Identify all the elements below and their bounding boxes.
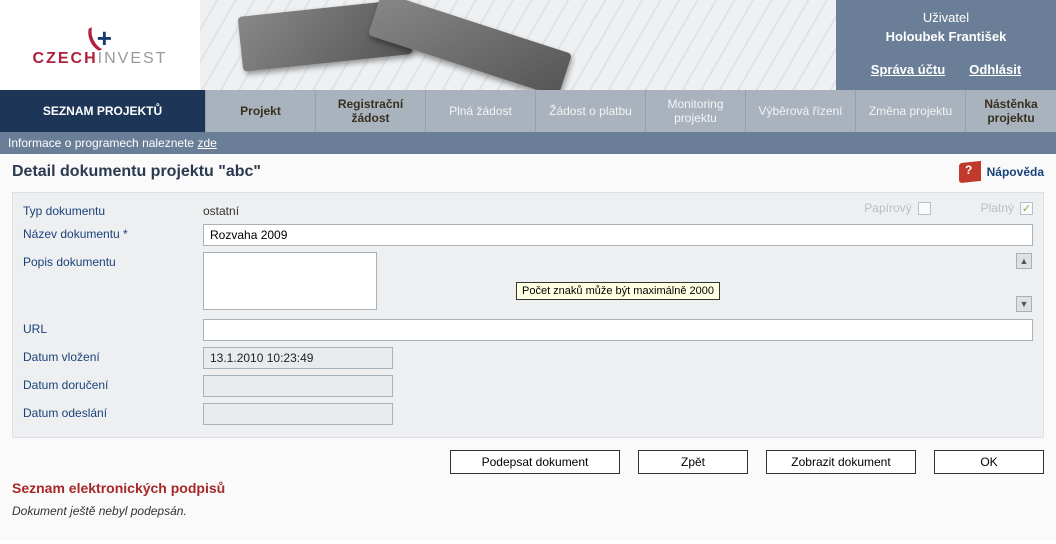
- nav-monitoring[interactable]: Monitoring projektu: [646, 90, 746, 132]
- nav-zadost-o-platbu[interactable]: Žádost o platbu: [536, 90, 646, 132]
- scroll-up-icon[interactable]: ▲: [1016, 253, 1032, 269]
- help-link[interactable]: Nápověda: [959, 162, 1044, 182]
- nav-seznam-projektu[interactable]: SEZNAM PROJEKTŮ: [0, 90, 206, 132]
- help-icon: [959, 161, 981, 183]
- page-title: Detail dokumentu projektu "abc": [12, 163, 261, 181]
- nav-projekt[interactable]: Projekt: [206, 90, 316, 132]
- type-label: Typ dokumentu: [23, 201, 203, 218]
- desc-tooltip: Počet znaků může být maximálně 2000: [516, 282, 720, 300]
- ok-button[interactable]: OK: [934, 450, 1044, 474]
- info-bar: Informace o programech naleznete zde: [0, 132, 1056, 154]
- content-area: Detail dokumentu projektu "abc" Nápověda…: [0, 154, 1056, 540]
- account-link[interactable]: Správa účtu: [871, 62, 945, 77]
- app-header: (+ CZECHINVEST Uživatel Holoubek Františ…: [0, 0, 1056, 90]
- nav-zmena-projektu[interactable]: Změna projektu: [856, 90, 966, 132]
- sent-input: [203, 403, 393, 425]
- nav-vyberova-rizeni[interactable]: Výběrová řízení: [746, 90, 856, 132]
- signatures-title: Seznam elektronických podpisů: [12, 480, 1044, 496]
- url-label: URL: [23, 319, 203, 336]
- banner: Uživatel Holoubek František Správa účtu …: [200, 0, 1056, 90]
- signatures-message: Dokument ještě nebyl podepsán.: [12, 504, 1044, 518]
- back-button[interactable]: Zpět: [638, 450, 748, 474]
- delivered-input: [203, 375, 393, 397]
- delivered-label: Datum doručení: [23, 375, 203, 392]
- infobar-text: Informace o programech naleznete: [8, 136, 197, 150]
- document-form: Typ dokumentu ostatní Papírový Platný ✓ …: [12, 192, 1044, 438]
- valid-checkbox-label: Platný ✓: [981, 201, 1033, 215]
- valid-checkbox[interactable]: ✓: [1020, 202, 1033, 215]
- desc-textarea[interactable]: [203, 252, 377, 310]
- paper-checkbox[interactable]: [918, 202, 931, 215]
- name-input[interactable]: [203, 224, 1033, 246]
- user-role-label: Uživatel: [846, 10, 1046, 25]
- nav-nastenka[interactable]: Nástěnka projektu: [966, 90, 1056, 132]
- nav-plna-zadost[interactable]: Plná žádost: [426, 90, 536, 132]
- sent-label: Datum odeslání: [23, 403, 203, 420]
- nav-registracni-zadost[interactable]: Registrační žádost: [316, 90, 426, 132]
- scroll-down-icon[interactable]: ▼: [1016, 296, 1032, 312]
- logo: (+ CZECHINVEST: [0, 0, 200, 90]
- inserted-label: Datum vložení: [23, 347, 203, 364]
- logout-link[interactable]: Odhlásit: [969, 62, 1021, 77]
- banner-image: [200, 0, 836, 90]
- url-input[interactable]: [203, 319, 1033, 341]
- user-panel: Uživatel Holoubek František Správa účtu …: [836, 0, 1056, 90]
- logo-text: CZECHINVEST: [33, 50, 168, 68]
- name-label: Název dokumentu *: [23, 224, 203, 241]
- main-nav: SEZNAM PROJEKTŮ Projekt Registrační žádo…: [0, 90, 1056, 132]
- help-label: Nápověda: [987, 165, 1044, 179]
- button-bar: Podepsat dokument Zpět Zobrazit dokument…: [12, 450, 1044, 474]
- inserted-input: [203, 347, 393, 369]
- sign-button[interactable]: Podepsat dokument: [450, 450, 620, 474]
- desc-label: Popis dokumentu: [23, 252, 203, 269]
- type-value: ostatní: [203, 201, 239, 218]
- user-name: Holoubek František: [846, 29, 1046, 44]
- infobar-link[interactable]: zde: [197, 136, 216, 150]
- paper-checkbox-label: Papírový: [864, 201, 930, 215]
- show-button[interactable]: Zobrazit dokument: [766, 450, 916, 474]
